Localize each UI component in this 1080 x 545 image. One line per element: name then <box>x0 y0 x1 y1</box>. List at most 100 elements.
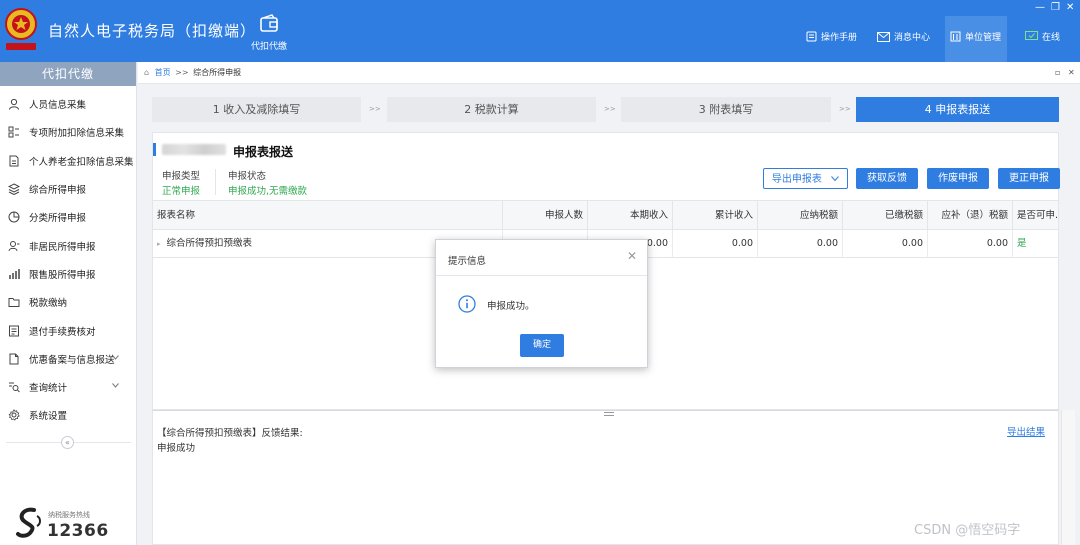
step-indicator: 1 收入及减除填写 >> 2 税款计算 >> 3 附表填写 >> 4 申报表报送 <box>152 97 1059 122</box>
expand-row-icon[interactable]: ▸ <box>157 240 161 248</box>
col-tax-payable[interactable]: 应纳税额 <box>758 201 843 231</box>
step-arrow: >> <box>839 105 851 113</box>
report-name-text: 综合所得预扣预缴表 <box>166 238 253 249</box>
export-declaration-button[interactable]: 导出申报表 <box>763 168 848 189</box>
minimize-icon[interactable]: — <box>1035 2 1045 13</box>
step-tax-calculation[interactable]: 2 税款计算 <box>387 97 596 122</box>
step-arrow: >> <box>369 105 381 113</box>
home-icon[interactable]: ⌂ <box>144 68 149 77</box>
step-attachment[interactable]: 3 附表填写 <box>621 97 831 122</box>
feedback-result: 申报成功 <box>157 443 196 454</box>
col-current-income[interactable]: 本期收入 <box>588 201 673 231</box>
close-panel-icon[interactable]: ✕ <box>1068 62 1075 84</box>
feedback-scrollbar[interactable] <box>1061 410 1075 545</box>
step-submit-active[interactable]: 4 申报表报送 <box>856 97 1059 122</box>
table-header: 报表名称 申报人数 本期收入 累计收入 应纳税额 已缴税额 应补（退）税额 是否… <box>153 200 1058 231</box>
monitor-check-icon <box>1025 31 1038 40</box>
sidebar-item-special-deduction[interactable]: 专项附加扣除信息采集 <box>0 118 136 146</box>
menu-manual-label: 操作手册 <box>821 33 858 43</box>
breadcrumb-separator: >> <box>175 68 189 77</box>
search-list-icon <box>9 382 20 393</box>
feedback-title: 【综合所得预扣预缴表】反馈结果: <box>157 428 303 439</box>
sidebar-item-query-statistics[interactable]: 查询统计 <box>0 373 136 401</box>
cell-refund-due: 0.00 <box>928 230 1013 258</box>
restore-panel-icon[interactable]: ▫ <box>1055 62 1060 84</box>
sidebar-item-pension[interactable]: 个人养老金扣除信息采集 <box>0 147 136 175</box>
col-tax-paid[interactable]: 已缴税额 <box>843 201 928 231</box>
step-income-entry[interactable]: 1 收入及减除填写 <box>152 97 361 122</box>
breadcrumb-current: 综合所得申报 <box>193 68 242 77</box>
service-hotline: 纳税服务热线 12366 <box>14 506 124 542</box>
menu-manual[interactable]: 操作手册 <box>806 30 857 43</box>
menu-online[interactable]: 在线 <box>1025 30 1060 43</box>
sidebar-item-classified-income[interactable]: 分类所得申报 <box>0 203 136 231</box>
document-icon <box>9 155 19 167</box>
panel-title: 申报表报送 <box>233 145 294 159</box>
sidebar-item-label: 系统设置 <box>29 411 68 423</box>
sidebar-item-label: 优惠备案与信息报送 <box>29 354 115 366</box>
col-cumulative-income[interactable]: 累计收入 <box>673 201 758 231</box>
void-declaration-button[interactable]: 作废申报 <box>927 168 989 189</box>
declare-status-label: 申报状态 <box>228 171 267 182</box>
app-title: 自然人电子税务局（扣缴端） <box>48 22 257 40</box>
hotline-label: 纳税服务热线 <box>48 511 90 519</box>
info-icon <box>458 295 476 313</box>
cell-tax-payable: 0.00 <box>758 230 843 258</box>
col-refund-due[interactable]: 应补（退）税额 <box>928 201 1013 231</box>
sidebar-item-label: 分类所得申报 <box>29 213 87 225</box>
module-withholding[interactable]: 代扣代缴 <box>246 14 292 52</box>
cell-tax-paid: 0.00 <box>843 230 928 258</box>
menu-unit-label: 单位管理 <box>965 33 1002 43</box>
sidebar-item-label: 综合所得申报 <box>29 185 87 197</box>
confirm-button[interactable]: 确定 <box>520 334 564 357</box>
col-can-declare[interactable]: 是否可申... <box>1013 201 1058 231</box>
sidebar-item-preferential-filing[interactable]: 优惠备案与信息报送 <box>0 345 136 373</box>
sidebar-item-restricted-shares[interactable]: 限售股所得申报 <box>0 260 136 288</box>
mail-icon <box>877 31 890 42</box>
redacted-org-name <box>162 144 226 155</box>
sidebar-item-comprehensive-income[interactable]: 综合所得申报 <box>0 175 136 203</box>
col-people-count[interactable]: 申报人数 <box>503 201 588 231</box>
export-result-link[interactable]: 导出结果 <box>1007 424 1045 438</box>
correct-declaration-button[interactable]: 更正申报 <box>998 168 1060 189</box>
sidebar-header: 代扣代缴 <box>0 62 136 86</box>
building-icon <box>950 31 961 42</box>
col-report-name[interactable]: 报表名称 <box>153 201 503 231</box>
pie-chart-icon <box>8 211 20 223</box>
watermark: CSDN @悟空码字 <box>914 523 1021 538</box>
sidebar-menu: 人员信息采集 专项附加扣除信息采集 个人养老金扣除信息采集 综合所得申报 分类所… <box>0 90 136 430</box>
sidebar-item-personnel[interactable]: 人员信息采集 <box>0 90 136 118</box>
menu-messages[interactable]: 消息中心 <box>877 30 930 43</box>
resize-handle[interactable] <box>604 412 614 416</box>
breadcrumb-home[interactable]: 首页 <box>155 68 171 77</box>
dialog-header: 提示信息 ✕ <box>436 240 647 276</box>
gear-icon <box>8 409 20 421</box>
person-icon <box>9 99 19 110</box>
sidebar-item-nonresident[interactable]: 非居民所得申报 <box>0 231 136 259</box>
sidebar-item-label: 人员信息采集 <box>29 100 87 112</box>
menu-messages-label: 消息中心 <box>894 33 931 43</box>
menu-unit-management[interactable]: 单位管理 <box>950 30 1001 43</box>
close-icon[interactable]: ✕ <box>627 249 637 263</box>
sidebar-item-tax-payment[interactable]: 税款缴纳 <box>0 288 136 316</box>
chevron-down-icon <box>831 176 839 182</box>
collapse-sidebar-button[interactable]: « <box>61 436 74 449</box>
info-dialog: 提示信息 ✕ 申报成功。 确定 <box>435 239 648 368</box>
hotline-logo-icon <box>16 507 41 538</box>
checklist-icon <box>9 325 19 337</box>
meta-divider <box>215 169 216 195</box>
sidebar-item-label: 税款缴纳 <box>29 298 68 310</box>
wallet-icon <box>260 14 278 32</box>
file-icon <box>9 353 19 365</box>
sidebar-item-refund-fee[interactable]: 退付手续费核对 <box>0 316 136 344</box>
close-window-icon[interactable]: ✕ <box>1066 2 1074 13</box>
sidebar-item-label: 专项附加扣除信息采集 <box>29 128 125 140</box>
declare-status-value: 申报成功,无需缴款 <box>228 186 308 197</box>
top-header: 自然人电子税务局（扣缴端） 代扣代缴 操作手册 消息中心 单位管理 在线 — ❐… <box>0 0 1080 62</box>
sidebar-item-system-settings[interactable]: 系统设置 <box>0 401 136 429</box>
sidebar-item-label: 限售股所得申报 <box>29 269 96 281</box>
restore-icon[interactable]: ❐ <box>1051 2 1060 13</box>
dialog-title: 提示信息 <box>448 256 487 267</box>
get-feedback-button[interactable]: 获取反馈 <box>856 168 918 189</box>
sidebar-item-label: 非居民所得申报 <box>29 241 96 253</box>
